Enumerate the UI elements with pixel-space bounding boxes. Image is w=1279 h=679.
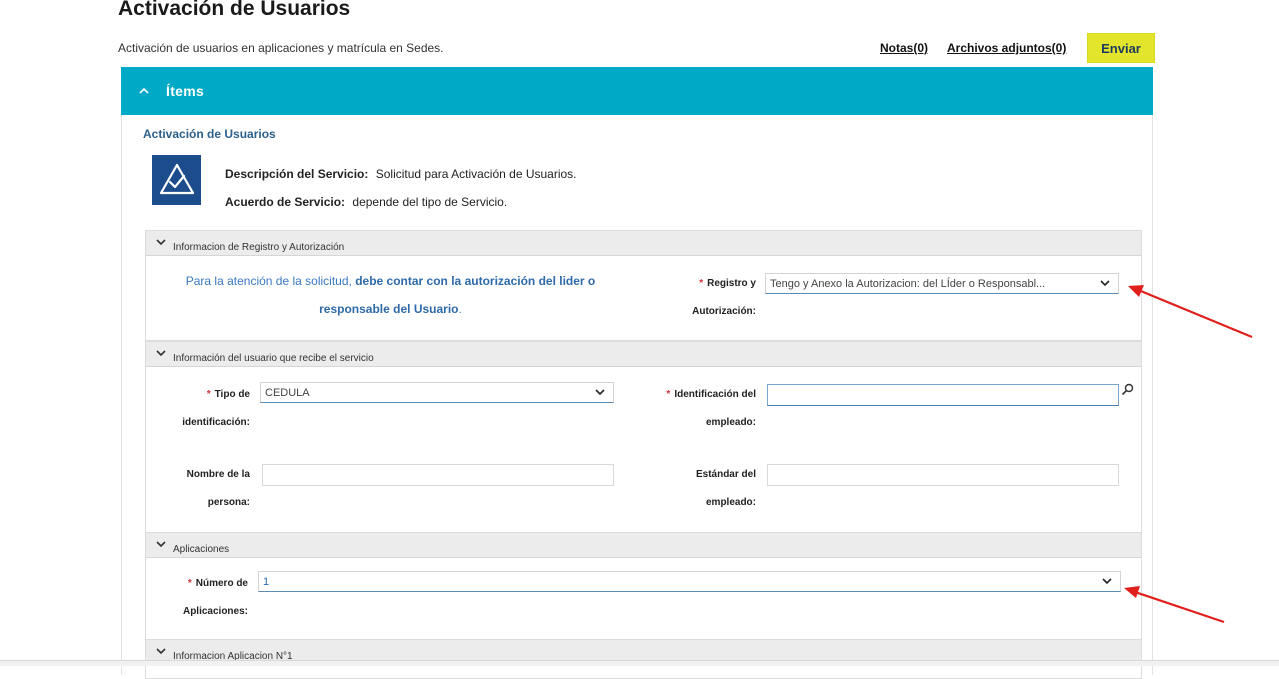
annotation-arrow xyxy=(1124,586,1225,624)
annotation-arrows xyxy=(1124,285,1253,624)
annotation-arrow xyxy=(1128,285,1253,339)
